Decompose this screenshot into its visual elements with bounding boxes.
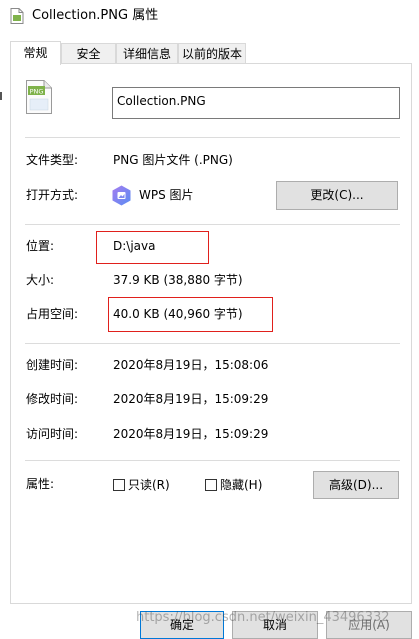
tab-general[interactable]: 常规 [10, 41, 61, 65]
png-file-icon: PNG [26, 80, 52, 114]
general-panel [10, 63, 412, 604]
file-type-label: 文件类型: [26, 153, 79, 167]
tab-details[interactable]: 详细信息 [116, 43, 178, 63]
modified-label: 修改时间: [26, 392, 79, 406]
divider [25, 224, 400, 225]
tab-previous-versions[interactable]: 以前的版本 [178, 43, 246, 63]
accessed-value: 2020年8月19日，15:09:29 [113, 427, 269, 441]
divider [25, 460, 400, 461]
tab-bar: 常规 安全 详细信息 以前的版本 [10, 41, 410, 65]
location-label: 位置: [26, 239, 55, 253]
cancel-button[interactable]: 取消 [232, 611, 318, 639]
wps-picture-icon [112, 185, 131, 206]
readonly-label[interactable]: 只读(R) [128, 477, 170, 493]
annotation-box [96, 231, 209, 264]
size-label: 大小: [26, 273, 55, 287]
attributes-label: 属性: [26, 477, 55, 491]
filename-input[interactable]: Collection.PNG [112, 87, 400, 119]
accessed-label: 访问时间: [26, 427, 79, 441]
readonly-checkbox[interactable] [113, 479, 125, 491]
open-with-label: 打开方式: [26, 188, 79, 202]
hidden-checkbox[interactable] [205, 479, 217, 491]
file-icon-text: PNG [30, 88, 44, 96]
created-value: 2020年8月19日，15:08:06 [113, 358, 269, 372]
edge-mark [0, 92, 2, 100]
divider [25, 137, 400, 138]
png-file-icon [10, 8, 24, 24]
annotation-box [108, 297, 273, 332]
disk-size-label: 占用空间: [26, 307, 79, 321]
open-with-app: WPS 图片 [139, 188, 194, 202]
modified-value: 2020年8月19日，15:09:29 [113, 392, 269, 406]
file-type-value: PNG 图片文件 (.PNG) [113, 153, 233, 167]
tab-security[interactable]: 安全 [61, 43, 116, 63]
hidden-label[interactable]: 隐藏(H) [220, 477, 262, 493]
advanced-button[interactable]: 高级(D)... [313, 471, 399, 499]
ok-button[interactable]: 确定 [140, 611, 224, 639]
created-label: 创建时间: [26, 358, 79, 372]
change-button[interactable]: 更改(C)... [276, 181, 398, 210]
apply-button[interactable]: 应用(A) [326, 611, 412, 639]
window-title: Collection.PNG 属性 [32, 8, 159, 23]
size-value: 37.9 KB (38,880 字节) [113, 273, 243, 287]
title-bar: Collection.PNG 属性 [0, 0, 419, 32]
divider [25, 343, 400, 344]
